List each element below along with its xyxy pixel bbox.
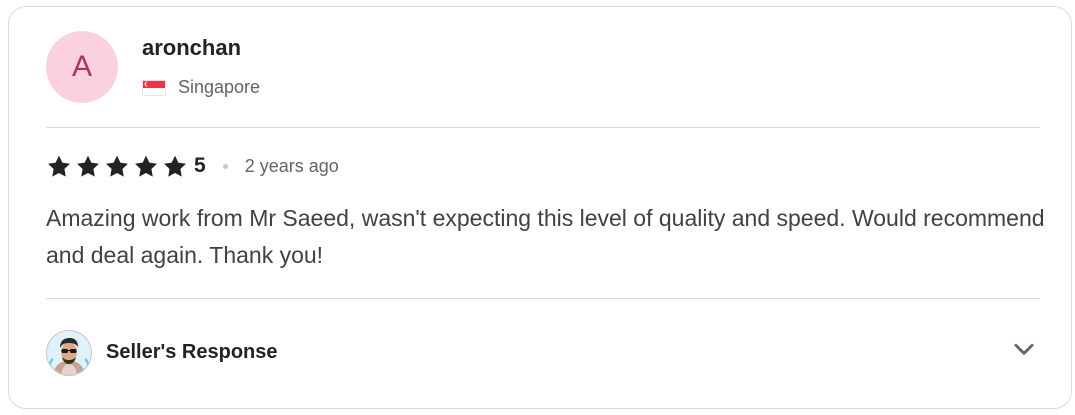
seller-avatar-icon — [46, 330, 92, 376]
chevron-down-icon[interactable] — [1011, 336, 1037, 362]
reviewer-avatar[interactable]: A — [46, 31, 118, 103]
reviewer-country-row: Singapore — [142, 77, 260, 98]
review-time: 2 years ago — [244, 155, 339, 176]
star-icon — [48, 155, 70, 177]
star-rating — [46, 154, 188, 179]
review-card: A aronchan Singapore 5 2 years ago Amazi… — [8, 6, 1072, 409]
singapore-flag-icon — [142, 79, 166, 96]
divider — [46, 298, 1040, 299]
avatar-letter: A — [71, 50, 92, 83]
review-text: Amazing work from Mr Saeed, wasn't expec… — [46, 205, 1045, 268]
rating-value: 5 — [194, 154, 206, 177]
star-icon — [106, 155, 128, 177]
reviewer-username[interactable]: aronchan — [142, 35, 241, 61]
seller-response-label[interactable]: Seller's Response — [106, 341, 278, 364]
separator-dot — [222, 163, 228, 169]
divider — [46, 127, 1040, 128]
star-icon — [164, 155, 186, 177]
star-icon — [135, 155, 157, 177]
star-icon — [77, 155, 99, 177]
rating-row: 5 2 years ago — [46, 152, 339, 180]
reviewer-country: Singapore — [178, 77, 261, 97]
